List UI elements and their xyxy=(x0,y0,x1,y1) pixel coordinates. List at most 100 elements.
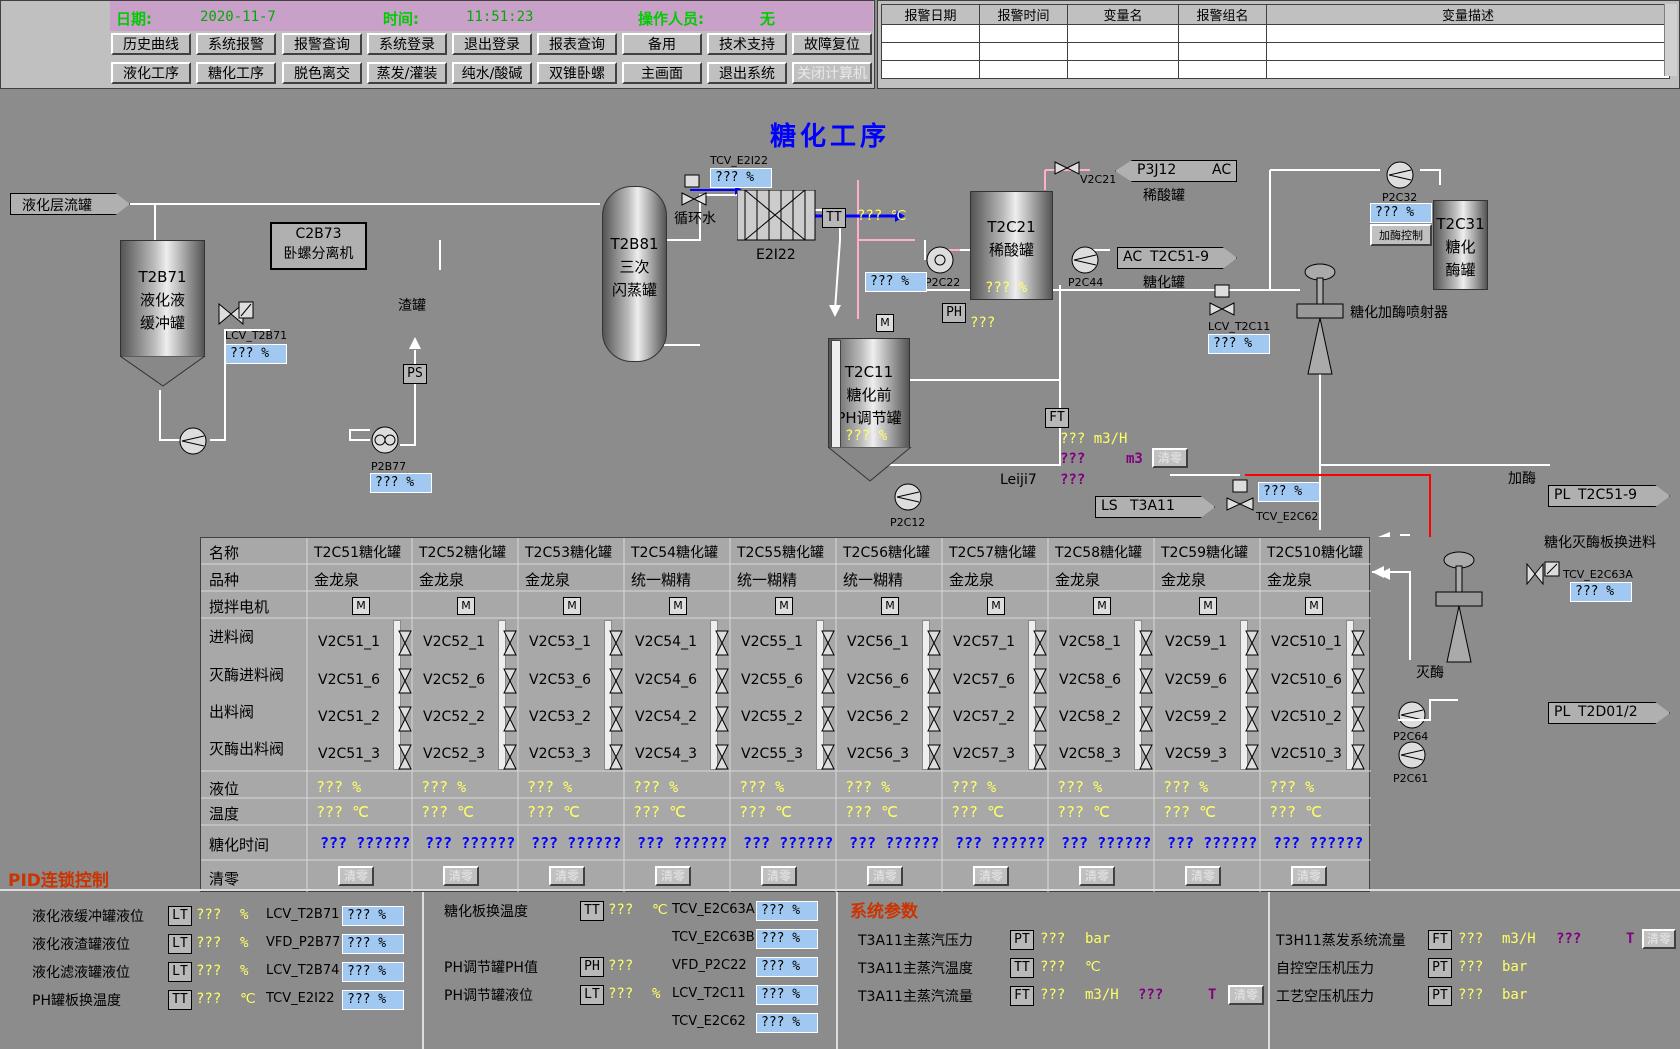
valve-icon[interactable] xyxy=(1351,744,1365,770)
right-param-clear-button[interactable]: 清零 xyxy=(1642,929,1676,949)
valve-lcv-t2c11-icon[interactable] xyxy=(1208,283,1236,321)
heat-exchanger-e2i22-icon[interactable] xyxy=(737,190,817,242)
grid-clear-button[interactable]: 清零 xyxy=(1185,866,1221,886)
sys-param-instrument[interactable]: TT xyxy=(1010,958,1034,978)
pid-instrument[interactable]: LT xyxy=(168,906,192,926)
valve-icon[interactable] xyxy=(1139,668,1153,694)
tank-t2c31[interactable]: T2C31 糖化 酶罐 xyxy=(1433,200,1488,290)
t2c11-motor-button[interactable]: M xyxy=(876,314,894,332)
pid-control-value[interactable]: ??? % xyxy=(342,990,404,1010)
alarm-row[interactable] xyxy=(881,42,1670,61)
enzyme-injector-icon[interactable] xyxy=(1293,262,1347,378)
ft-instrument[interactable]: FT xyxy=(1045,408,1069,428)
valve-tcv-e2c62-icon[interactable] xyxy=(1225,478,1255,516)
nav-button-1[interactable]: 历史曲线 xyxy=(111,33,191,55)
valve-icon[interactable] xyxy=(821,744,835,770)
valve-tcv-e2c63a-icon[interactable] xyxy=(1525,560,1561,590)
enzyme-control-button[interactable]: 加酶控制 xyxy=(1370,224,1432,246)
valve-icon[interactable] xyxy=(1245,744,1259,770)
nav-button-5[interactable]: 退出登录 xyxy=(452,33,532,55)
valve-icon[interactable] xyxy=(927,706,941,732)
valve-v2c21-icon[interactable] xyxy=(1053,160,1081,176)
agitator-motor-button[interactable]: M xyxy=(669,597,687,615)
pid-instrument[interactable]: LT xyxy=(580,985,604,1005)
nav-button-4[interactable]: 系统登录 xyxy=(367,33,447,55)
right-param-instrument[interactable]: FT xyxy=(1428,930,1452,950)
valve-icon[interactable] xyxy=(821,630,835,656)
pid-control-value[interactable]: ??? % xyxy=(342,934,404,954)
valve-icon[interactable] xyxy=(1245,668,1259,694)
pump-p2c22-icon[interactable] xyxy=(925,245,955,275)
valve-icon[interactable] xyxy=(609,630,623,656)
lcv-t2c11-value[interactable]: ??? % xyxy=(1208,334,1270,354)
nav-button-r2-7[interactable]: 主画面 xyxy=(622,62,702,84)
valve-icon[interactable] xyxy=(1351,630,1365,656)
agitator-motor-button[interactable]: M xyxy=(881,597,899,615)
p2c22-value[interactable]: ??? % xyxy=(865,272,927,292)
agitator-motor-button[interactable]: M xyxy=(352,597,370,615)
grid-clear-button[interactable]: 清零 xyxy=(1291,866,1327,886)
nav-button-r2-4[interactable]: 蒸发/灌装 xyxy=(367,62,447,84)
nav-button-7[interactable]: 备用 xyxy=(622,33,702,55)
agitator-motor-button[interactable]: M xyxy=(987,597,1005,615)
grid-clear-button[interactable]: 清零 xyxy=(655,866,691,886)
pump-icon[interactable] xyxy=(178,426,208,456)
agitator-motor-button[interactable]: M xyxy=(775,597,793,615)
valve-icon[interactable] xyxy=(1033,744,1047,770)
valve-icon[interactable] xyxy=(398,630,412,656)
nav-button-2[interactable]: 系统报警 xyxy=(196,33,276,55)
valve-icon[interactable] xyxy=(398,706,412,732)
agitator-motor-button[interactable]: M xyxy=(563,597,581,615)
valve-icon[interactable] xyxy=(503,630,517,656)
separator-c2b73[interactable]: C2B73 卧螺分离机 xyxy=(270,222,367,270)
pump-p2c61-icon[interactable] xyxy=(1397,740,1427,770)
pid-instrument[interactable]: TT xyxy=(580,901,604,921)
grid-clear-button[interactable]: 清零 xyxy=(443,866,479,886)
valve-icon[interactable] xyxy=(1139,630,1153,656)
right-param-instrument[interactable]: PT xyxy=(1428,958,1452,978)
valve-icon[interactable] xyxy=(1033,630,1047,656)
pump-p2c32-icon[interactable] xyxy=(1385,160,1415,190)
grid-clear-button[interactable]: 清零 xyxy=(338,866,374,886)
valve-tcv-e2i22-icon[interactable] xyxy=(680,173,710,209)
tcv-e2c62-value[interactable]: ??? % xyxy=(1258,482,1320,502)
valve-lcv-t2b71-icon[interactable] xyxy=(215,300,255,328)
tt-instrument[interactable]: TT xyxy=(822,208,846,228)
pid-control-value[interactable]: ??? % xyxy=(756,985,818,1005)
grid-clear-button[interactable]: 清零 xyxy=(549,866,585,886)
valve-icon[interactable] xyxy=(503,706,517,732)
p2c32-value[interactable]: ??? % xyxy=(1370,203,1432,223)
right-param-instrument[interactable]: PT xyxy=(1428,986,1452,1006)
valve-icon[interactable] xyxy=(927,668,941,694)
pump-p2c12-icon[interactable] xyxy=(893,482,923,512)
p2b77-value[interactable]: ??? % xyxy=(370,473,432,493)
valve-icon[interactable] xyxy=(715,630,729,656)
nav-button-9[interactable]: 故障复位 xyxy=(792,33,872,55)
sys-param-instrument[interactable]: PT xyxy=(1010,930,1034,950)
valve-icon[interactable] xyxy=(1351,706,1365,732)
pid-control-value[interactable]: ??? % xyxy=(756,929,818,949)
pid-control-value[interactable]: ??? % xyxy=(756,1013,818,1033)
valve-icon[interactable] xyxy=(1139,706,1153,732)
pid-instrument[interactable]: PH xyxy=(580,957,604,977)
pump-p2b77-icon[interactable] xyxy=(370,425,400,455)
valve-icon[interactable] xyxy=(398,744,412,770)
sys-param-clear-button[interactable]: 清零 xyxy=(1228,985,1264,1005)
agitator-motor-button[interactable]: M xyxy=(1305,597,1323,615)
pid-control-value[interactable]: ??? % xyxy=(342,962,404,982)
valve-icon[interactable] xyxy=(1245,706,1259,732)
valve-icon[interactable] xyxy=(503,668,517,694)
pump-p2c44-icon[interactable] xyxy=(1070,245,1100,275)
agitator-motor-button[interactable]: M xyxy=(1093,597,1111,615)
tank-t2b81[interactable]: T2B81 三次 闪蒸罐 xyxy=(602,186,667,362)
pid-control-value[interactable]: ??? % xyxy=(342,906,404,926)
nav-button-8[interactable]: 技术支持 xyxy=(707,33,787,55)
valve-icon[interactable] xyxy=(1245,630,1259,656)
valve-icon[interactable] xyxy=(609,706,623,732)
agitator-motor-button[interactable]: M xyxy=(457,597,475,615)
valve-icon[interactable] xyxy=(927,744,941,770)
alarm-row[interactable] xyxy=(881,60,1670,79)
valve-icon[interactable] xyxy=(1351,668,1365,694)
nav-button-r2-8[interactable]: 退出系统 xyxy=(707,62,787,84)
ft-clear-button[interactable]: 清零 xyxy=(1152,448,1188,468)
